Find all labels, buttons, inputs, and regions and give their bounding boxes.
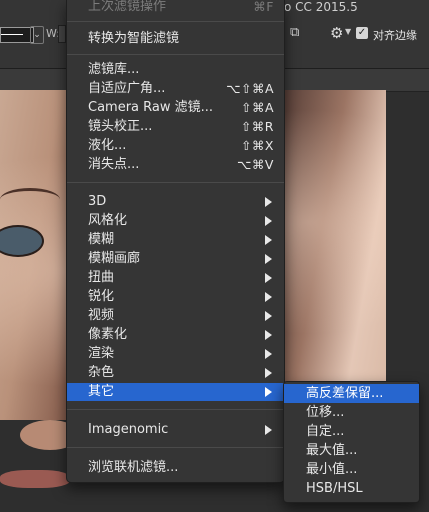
submenu-item-maximum[interactable]: 最大值... — [284, 441, 419, 460]
menu-item-label: 浏览联机滤镜... — [88, 460, 179, 475]
menu-item-label: 其它 — [88, 384, 115, 399]
menu-separator — [67, 54, 284, 55]
menu-item-label: 杂色 — [88, 365, 115, 380]
menu-item-stylize[interactable]: 风格化 — [67, 212, 284, 230]
submenu-item-label: 最大值... — [306, 443, 358, 458]
align-edges-checkbox[interactable]: ✓ — [356, 27, 368, 39]
menu-item-label: 3D — [88, 194, 107, 209]
menu-item-camera-raw[interactable]: Camera Raw 滤镜... ⇧⌘A — [67, 99, 284, 117]
menu-item-label: 滤镜库... — [88, 62, 140, 77]
submenu-item-hsb-hsl[interactable]: HSB/HSL — [284, 479, 419, 498]
menu-item-filter-gallery[interactable]: 滤镜库... — [67, 61, 284, 79]
menu-item-video[interactable]: 视频 — [67, 307, 284, 325]
menu-item-convert-smart-filter[interactable]: 转换为智能滤镜 — [67, 30, 284, 48]
menu-item-3d[interactable]: 3D — [67, 193, 284, 211]
menu-item-shortcut: ⇧⌘A — [240, 100, 274, 115]
menu-item-label: 渲染 — [88, 346, 115, 361]
menu-separator — [67, 409, 284, 410]
menu-item-label: 像素化 — [88, 327, 128, 342]
eyebrow-shape — [0, 188, 60, 211]
chevron-right-icon — [265, 292, 272, 302]
menu-item-shortcut: ⇧⌘R — [240, 119, 274, 134]
menu-item-label: 自适应广角... — [88, 81, 166, 96]
menu-item-label: 模糊 — [88, 232, 115, 247]
menu-item-adaptive-wide-angle[interactable]: 自适应广角... ⌥⇧⌘A — [67, 80, 284, 98]
menu-item-pixelate[interactable]: 像素化 — [67, 326, 284, 344]
chevron-right-icon — [265, 216, 272, 226]
menu-item-other[interactable]: 其它 — [67, 383, 284, 401]
menu-item-blur[interactable]: 模糊 — [67, 231, 284, 249]
menu-item-label: 扭曲 — [88, 270, 115, 285]
chevron-right-icon — [265, 349, 272, 359]
menu-item-shortcut: ⌥⇧⌘A — [226, 81, 274, 96]
menu-item-label: Camera Raw 滤镜... — [88, 100, 214, 115]
submenu-item-custom[interactable]: 自定... — [284, 422, 419, 441]
menu-separator — [67, 447, 284, 448]
chevron-right-icon — [265, 387, 272, 397]
menu-item-label: 消失点... — [88, 157, 140, 172]
menu-item-lens-correction[interactable]: 镜头校正... ⇧⌘R — [67, 118, 284, 136]
submenu-item-label: HSB/HSL — [306, 481, 363, 496]
menu-separator — [67, 182, 284, 183]
menu-item-shortcut: ⇧⌘X — [240, 138, 274, 153]
menu-item-label: 模糊画廊 — [88, 251, 141, 266]
menu-item-noise[interactable]: 杂色 — [67, 364, 284, 382]
menu-item-sharpen[interactable]: 锐化 — [67, 288, 284, 306]
menu-item-label: Imagenomic — [88, 422, 169, 437]
chevron-right-icon — [265, 425, 272, 435]
width-field[interactable] — [58, 25, 66, 43]
menu-item-last-filter: 上次滤镜操作 ⌘F — [67, 0, 284, 16]
menu-item-shortcut: ⌘F — [253, 0, 274, 14]
gear-icon[interactable]: ⚙ — [330, 24, 343, 42]
menu-item-label: 上次滤镜操作 — [88, 0, 167, 14]
menu-item-blur-gallery[interactable]: 模糊画廊 — [67, 250, 284, 268]
submenu-item-label: 最小值... — [306, 462, 358, 477]
chevron-right-icon — [265, 368, 272, 378]
menu-item-distort[interactable]: 扭曲 — [67, 269, 284, 287]
submenu-item-high-pass[interactable]: 高反差保留... — [284, 384, 419, 403]
stroke-preview-swatch[interactable] — [0, 27, 34, 43]
menu-item-shortcut: ⌥⌘V — [237, 157, 274, 172]
menu-item-browse-filters-online[interactable]: 浏览联机滤镜... — [67, 459, 284, 477]
menu-item-label: 镜头校正... — [88, 119, 153, 134]
chevron-down-icon[interactable]: ⌄ — [30, 26, 44, 44]
chevron-down-icon[interactable]: ▼ — [345, 27, 351, 36]
menu-item-render[interactable]: 渲染 — [67, 345, 284, 363]
chevron-right-icon — [265, 273, 272, 283]
menu-item-label: 液化... — [88, 138, 127, 153]
other-submenu: 高反差保留... 位移... 自定... 最大值... 最小值... HSB/H… — [283, 381, 420, 503]
chevron-right-icon — [265, 235, 272, 245]
menu-item-label: 转换为智能滤镜 — [88, 31, 180, 46]
app-title-fragment: o CC 2015.5 — [284, 0, 358, 14]
submenu-item-offset[interactable]: 位移... — [284, 403, 419, 422]
submenu-item-label: 位移... — [306, 405, 345, 420]
menu-item-label: 锐化 — [88, 289, 115, 304]
chevron-right-icon — [265, 311, 272, 321]
submenu-item-label: 自定... — [306, 424, 345, 439]
filter-menu: 上次滤镜操作 ⌘F 转换为智能滤镜 滤镜库... 自适应广角... ⌥⇧⌘A C… — [66, 0, 285, 483]
menu-item-label: 风格化 — [88, 213, 128, 228]
lip-shape — [0, 470, 70, 488]
align-edges-label: 对齐边缘 — [373, 29, 417, 42]
menu-item-imagenomic[interactable]: Imagenomic — [67, 421, 284, 439]
submenu-item-minimum[interactable]: 最小值... — [284, 460, 419, 479]
menu-separator — [67, 21, 284, 22]
menu-item-vanishing-point[interactable]: 消失点... ⌥⌘V — [67, 156, 284, 174]
menu-item-label: 视频 — [88, 308, 115, 323]
chevron-right-icon — [265, 254, 272, 264]
menu-item-liquify[interactable]: 液化... ⇧⌘X — [67, 137, 284, 155]
chevron-right-icon — [265, 197, 272, 207]
chevron-right-icon — [265, 330, 272, 340]
layer-stack-icon[interactable]: ⧉ — [290, 25, 299, 40]
submenu-item-label: 高反差保留... — [306, 386, 384, 401]
